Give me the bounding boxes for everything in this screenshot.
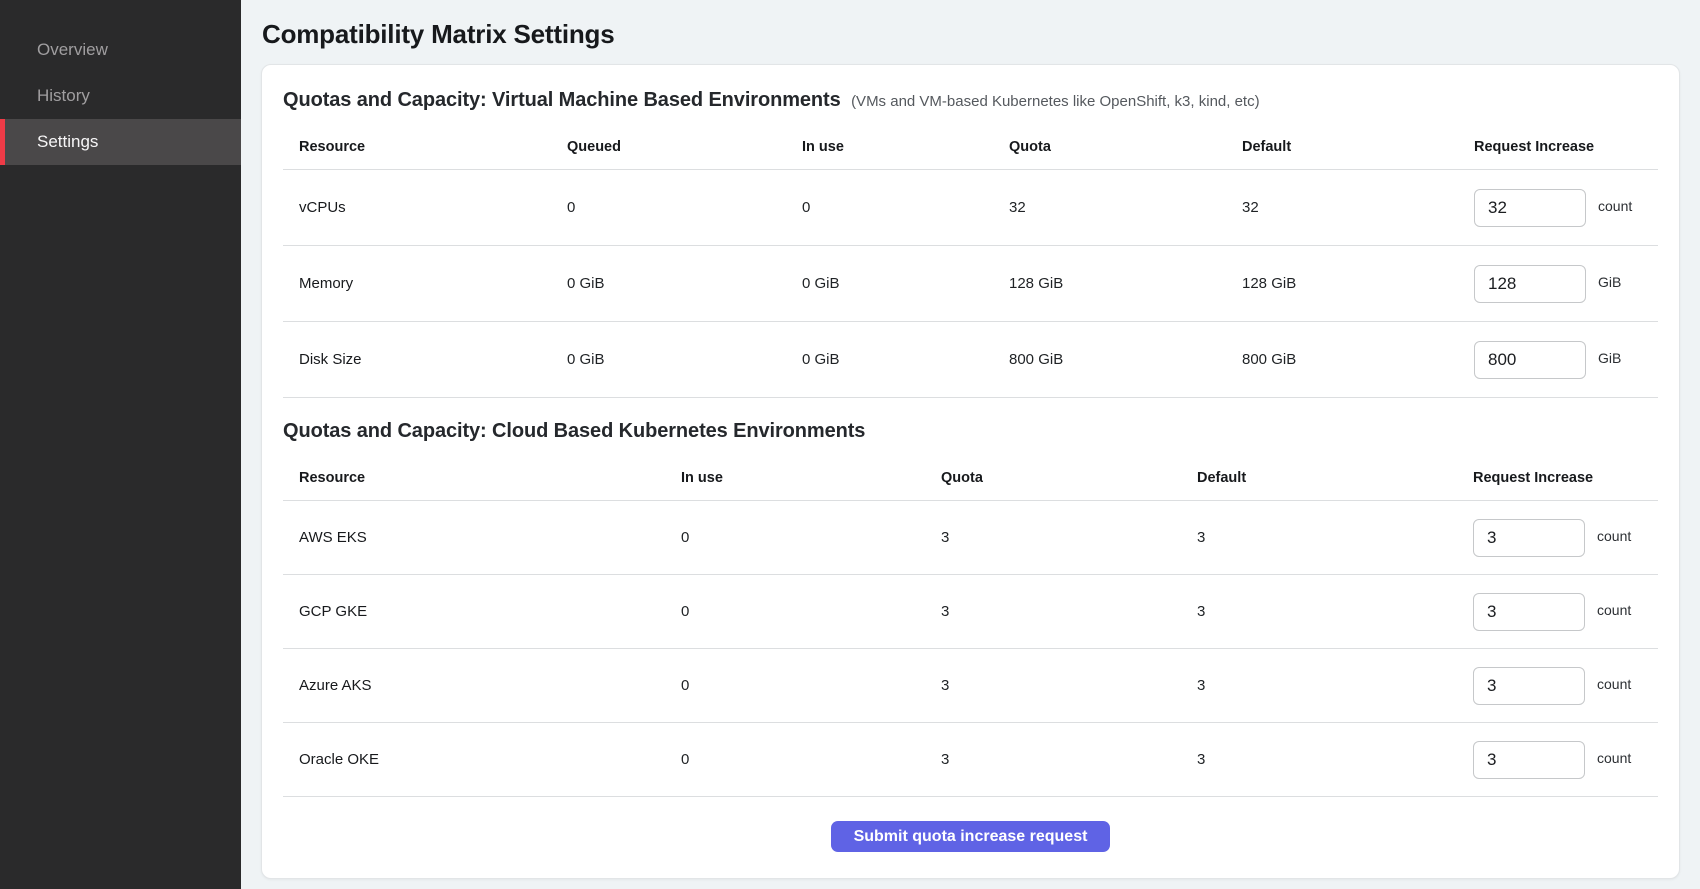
sidebar-item-settings[interactable]: Settings [0, 119, 241, 165]
unit-label: count [1597, 750, 1631, 766]
resource-name: Memory [283, 275, 567, 292]
resource-name: AWS EKS [283, 529, 681, 546]
unit-label: count [1598, 198, 1632, 214]
column-header-in-use: In use [681, 470, 941, 486]
cloud-section-header: Quotas and Capacity: Cloud Based Kuberne… [283, 420, 1658, 443]
in-use-value: 0 GiB [802, 275, 1009, 292]
unit-label: GiB [1598, 274, 1621, 290]
sidebar-item-label: History [37, 86, 90, 106]
in-use-value: 0 [802, 199, 1009, 216]
in-use-value: 0 [681, 677, 941, 694]
unit-label: count [1597, 602, 1631, 618]
table-row-aws-eks: AWS EKS 0 3 3 count [283, 501, 1658, 575]
vm-quota-table: Resource Queued In use Quota Default Req… [283, 124, 1658, 398]
table-row-azure-aks: Azure AKS 0 3 3 count [283, 649, 1658, 723]
quota-value: 3 [941, 603, 1197, 620]
column-header-request-increase: Request Increase [1473, 470, 1658, 486]
column-header-request-increase: Request Increase [1474, 139, 1658, 155]
gcp-gke-request-input[interactable] [1473, 593, 1585, 631]
request-increase-cell: count [1473, 741, 1658, 779]
request-increase-cell: count [1474, 189, 1658, 227]
default-value: 800 GiB [1242, 351, 1474, 368]
quota-value: 32 [1009, 199, 1242, 216]
in-use-value: 0 GiB [802, 351, 1009, 368]
default-value: 3 [1197, 751, 1473, 768]
unit-label: count [1597, 676, 1631, 692]
request-increase-cell: GiB [1474, 341, 1658, 379]
table-row-gcp-gke: GCP GKE 0 3 3 count [283, 575, 1658, 649]
sidebar-item-overview[interactable]: Overview [0, 27, 241, 73]
column-header-resource: Resource [283, 470, 681, 486]
quota-value: 128 GiB [1009, 275, 1242, 292]
column-header-quota: Quota [1009, 139, 1242, 155]
quota-value: 3 [941, 677, 1197, 694]
memory-request-input[interactable] [1474, 265, 1586, 303]
column-header-queued: Queued [567, 139, 802, 155]
quota-value: 800 GiB [1009, 351, 1242, 368]
in-use-value: 0 [681, 529, 941, 546]
cloud-table-header-row: Resource In use Quota Default Request In… [283, 455, 1658, 501]
quota-value: 3 [941, 751, 1197, 768]
vm-section-header: Quotas and Capacity: Virtual Machine Bas… [283, 89, 1658, 112]
cloud-section-title: Quotas and Capacity: Cloud Based Kuberne… [283, 420, 865, 442]
request-increase-cell: count [1473, 519, 1658, 557]
quota-value: 3 [941, 529, 1197, 546]
table-row-oracle-oke: Oracle OKE 0 3 3 count [283, 723, 1658, 797]
unit-label: GiB [1598, 350, 1621, 366]
resource-name: GCP GKE [283, 603, 681, 620]
queued-value: 0 [567, 199, 802, 216]
vm-table-header-row: Resource Queued In use Quota Default Req… [283, 124, 1658, 170]
submit-row: Submit quota increase request [283, 821, 1658, 852]
sidebar-item-label: Overview [37, 40, 108, 60]
aws-eks-request-input[interactable] [1473, 519, 1585, 557]
request-increase-cell: GiB [1474, 265, 1658, 303]
in-use-value: 0 [681, 603, 941, 620]
resource-name: Azure AKS [283, 677, 681, 694]
resource-name: Oracle OKE [283, 751, 681, 768]
resource-name: Disk Size [283, 351, 567, 368]
queued-value: 0 GiB [567, 351, 802, 368]
in-use-value: 0 [681, 751, 941, 768]
disk-size-request-input[interactable] [1474, 341, 1586, 379]
page-title: Compatibility Matrix Settings [262, 18, 1680, 50]
column-header-quota: Quota [941, 470, 1197, 486]
submit-quota-increase-button[interactable]: Submit quota increase request [831, 821, 1111, 852]
sidebar: Overview History Settings [0, 0, 241, 889]
sidebar-item-history[interactable]: History [0, 73, 241, 119]
default-value: 32 [1242, 199, 1474, 216]
settings-card: Quotas and Capacity: Virtual Machine Bas… [261, 64, 1680, 879]
cloud-quota-table: Resource In use Quota Default Request In… [283, 455, 1658, 797]
unit-label: count [1597, 528, 1631, 544]
vm-section-title: Quotas and Capacity: Virtual Machine Bas… [283, 89, 841, 111]
sidebar-item-label: Settings [37, 132, 98, 152]
default-value: 3 [1197, 529, 1473, 546]
queued-value: 0 GiB [567, 275, 802, 292]
vm-section-subtitle: (VMs and VM-based Kubernetes like OpenSh… [851, 93, 1260, 110]
table-row-memory: Memory 0 GiB 0 GiB 128 GiB 128 GiB GiB [283, 246, 1658, 322]
request-increase-cell: count [1473, 593, 1658, 631]
default-value: 3 [1197, 677, 1473, 694]
vcpus-request-input[interactable] [1474, 189, 1586, 227]
column-header-resource: Resource [283, 139, 567, 155]
column-header-in-use: In use [802, 139, 1009, 155]
request-increase-cell: count [1473, 667, 1658, 705]
default-value: 3 [1197, 603, 1473, 620]
table-row-disk-size: Disk Size 0 GiB 0 GiB 800 GiB 800 GiB Gi… [283, 322, 1658, 398]
oracle-oke-request-input[interactable] [1473, 741, 1585, 779]
azure-aks-request-input[interactable] [1473, 667, 1585, 705]
column-header-default: Default [1197, 470, 1473, 486]
resource-name: vCPUs [283, 199, 567, 216]
column-header-default: Default [1242, 139, 1474, 155]
table-row-vcpus: vCPUs 0 0 32 32 count [283, 170, 1658, 246]
default-value: 128 GiB [1242, 275, 1474, 292]
main-content: Compatibility Matrix Settings Quotas and… [241, 0, 1700, 889]
